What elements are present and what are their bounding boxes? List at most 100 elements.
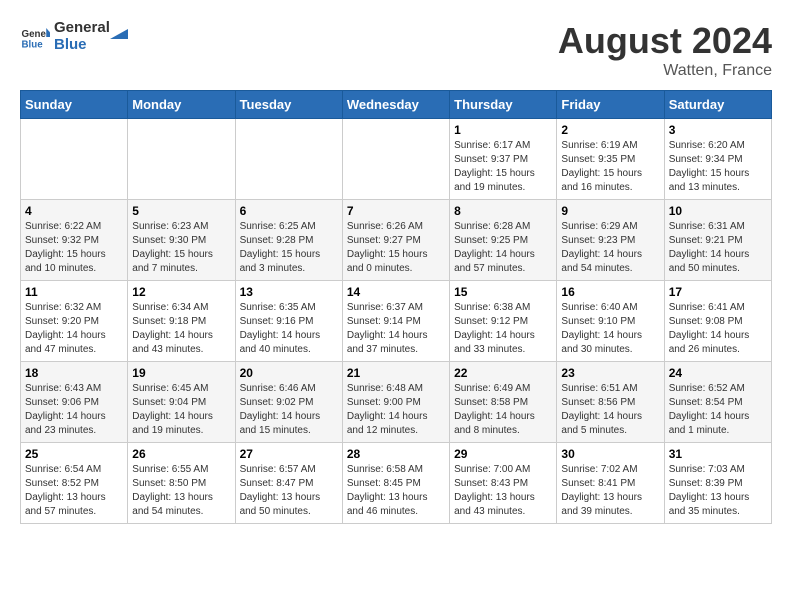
day-info: Sunrise: 6:20 AM Sunset: 9:34 PM Dayligh… bbox=[669, 139, 767, 195]
day-number: 13 bbox=[240, 285, 338, 299]
day-info: Sunrise: 7:00 AM Sunset: 8:43 PM Dayligh… bbox=[454, 463, 552, 519]
calendar-day-cell: 22 Sunrise: 6:49 AM Sunset: 8:58 PM Dayli… bbox=[450, 362, 557, 443]
col-wednesday: Wednesday bbox=[342, 91, 449, 119]
calendar-day-cell: 2Sunrise: 6:19 AM Sunset: 9:35 PM Daylig… bbox=[557, 119, 664, 200]
day-info: Sunrise: 6:57 AM Sunset: 8:47 PM Dayligh… bbox=[240, 463, 338, 519]
day-number: 29 bbox=[454, 447, 552, 461]
day-number: 11 bbox=[25, 285, 123, 299]
day-number: 30 bbox=[561, 447, 659, 461]
day-info: Sunrise: 6:43 AM Sunset: 9:06 PM Dayligh… bbox=[25, 382, 123, 438]
day-number: 2 bbox=[561, 123, 659, 137]
calendar-week-row: 25 Sunrise: 6:54 AM Sunset: 8:52 PM Dayli… bbox=[21, 443, 772, 524]
logo-icon: General Blue bbox=[20, 22, 50, 52]
location-subtitle: Watten, France bbox=[558, 62, 772, 80]
calendar-day-cell: 27 Sunrise: 6:57 AM Sunset: 8:47 PM Dayli… bbox=[235, 443, 342, 524]
calendar-day-cell: 15Sunrise: 6:38 AM Sunset: 9:12 PM Dayli… bbox=[450, 281, 557, 362]
day-info: Sunrise: 6:48 AM Sunset: 9:00 PM Dayligh… bbox=[347, 382, 445, 438]
calendar-day-cell: 6 Sunrise: 6:25 AM Sunset: 9:28 PM Daylig… bbox=[235, 200, 342, 281]
day-number: 17 bbox=[669, 285, 767, 299]
calendar-day-cell bbox=[342, 119, 449, 200]
logo-blue-text: Blue bbox=[54, 37, 110, 54]
calendar-day-cell: 9Sunrise: 6:29 AM Sunset: 9:23 PM Daylig… bbox=[557, 200, 664, 281]
calendar-week-row: 18 Sunrise: 6:43 AM Sunset: 9:06 PM Dayli… bbox=[21, 362, 772, 443]
day-info: Sunrise: 6:46 AM Sunset: 9:02 PM Dayligh… bbox=[240, 382, 338, 438]
month-year-title: August 2024 bbox=[558, 20, 772, 62]
day-info: Sunrise: 6:34 AM Sunset: 9:18 PM Dayligh… bbox=[132, 301, 230, 357]
day-number: 14 bbox=[347, 285, 445, 299]
calendar-day-cell: 5 Sunrise: 6:23 AM Sunset: 9:30 PM Daylig… bbox=[128, 200, 235, 281]
day-number: 24 bbox=[669, 366, 767, 380]
calendar-day-cell: 25 Sunrise: 6:54 AM Sunset: 8:52 PM Dayli… bbox=[21, 443, 128, 524]
col-thursday: Thursday bbox=[450, 91, 557, 119]
calendar-day-cell: 23 Sunrise: 6:51 AM Sunset: 8:56 PM Dayli… bbox=[557, 362, 664, 443]
calendar-day-cell: 10 Sunrise: 6:31 AM Sunset: 9:21 PM Dayli… bbox=[664, 200, 771, 281]
calendar-day-cell: 17 Sunrise: 6:41 AM Sunset: 9:08 PM Dayli… bbox=[664, 281, 771, 362]
calendar-day-cell: 29 Sunrise: 7:00 AM Sunset: 8:43 PM Dayli… bbox=[450, 443, 557, 524]
calendar-day-cell: 20Sunrise: 6:46 AM Sunset: 9:02 PM Dayli… bbox=[235, 362, 342, 443]
day-number: 22 bbox=[454, 366, 552, 380]
day-info: Sunrise: 6:38 AM Sunset: 9:12 PM Dayligh… bbox=[454, 301, 552, 357]
calendar-day-cell: 26 Sunrise: 6:55 AM Sunset: 8:50 PM Dayli… bbox=[128, 443, 235, 524]
day-number: 27 bbox=[240, 447, 338, 461]
day-number: 10 bbox=[669, 204, 767, 218]
col-friday: Friday bbox=[557, 91, 664, 119]
day-info: Sunrise: 6:25 AM Sunset: 9:28 PM Dayligh… bbox=[240, 220, 338, 276]
calendar-day-cell bbox=[21, 119, 128, 200]
day-info: Sunrise: 6:41 AM Sunset: 9:08 PM Dayligh… bbox=[669, 301, 767, 357]
calendar-day-cell bbox=[128, 119, 235, 200]
day-number: 23 bbox=[561, 366, 659, 380]
calendar-day-cell: 12Sunrise: 6:34 AM Sunset: 9:18 PM Dayli… bbox=[128, 281, 235, 362]
calendar-week-row: 1Sunrise: 6:17 AM Sunset: 9:37 PM Daylig… bbox=[21, 119, 772, 200]
day-number: 31 bbox=[669, 447, 767, 461]
day-info: Sunrise: 6:49 AM Sunset: 8:58 PM Dayligh… bbox=[454, 382, 552, 438]
day-info: Sunrise: 6:32 AM Sunset: 9:20 PM Dayligh… bbox=[25, 301, 123, 357]
calendar-day-cell: 30 Sunrise: 7:02 AM Sunset: 8:41 PM Dayli… bbox=[557, 443, 664, 524]
day-info: Sunrise: 6:40 AM Sunset: 9:10 PM Dayligh… bbox=[561, 301, 659, 357]
calendar-day-cell: 21Sunrise: 6:48 AM Sunset: 9:00 PM Dayli… bbox=[342, 362, 449, 443]
day-number: 26 bbox=[132, 447, 230, 461]
day-info: Sunrise: 6:28 AM Sunset: 9:25 PM Dayligh… bbox=[454, 220, 552, 276]
day-number: 6 bbox=[240, 204, 338, 218]
day-info: Sunrise: 6:35 AM Sunset: 9:16 PM Dayligh… bbox=[240, 301, 338, 357]
calendar-day-cell: 28Sunrise: 6:58 AM Sunset: 8:45 PM Dayli… bbox=[342, 443, 449, 524]
calendar-day-cell: 24Sunrise: 6:52 AM Sunset: 8:54 PM Dayli… bbox=[664, 362, 771, 443]
calendar-day-cell: 13 Sunrise: 6:35 AM Sunset: 9:16 PM Dayli… bbox=[235, 281, 342, 362]
day-info: Sunrise: 6:55 AM Sunset: 8:50 PM Dayligh… bbox=[132, 463, 230, 519]
day-info: Sunrise: 6:31 AM Sunset: 9:21 PM Dayligh… bbox=[669, 220, 767, 276]
day-info: Sunrise: 6:23 AM Sunset: 9:30 PM Dayligh… bbox=[132, 220, 230, 276]
calendar-day-cell: 18 Sunrise: 6:43 AM Sunset: 9:06 PM Dayli… bbox=[21, 362, 128, 443]
day-number: 9 bbox=[561, 204, 659, 218]
logo-arrow-icon bbox=[106, 21, 128, 43]
calendar-day-cell: 8Sunrise: 6:28 AM Sunset: 9:25 PM Daylig… bbox=[450, 200, 557, 281]
calendar-day-cell: 3Sunrise: 6:20 AM Sunset: 9:34 PM Daylig… bbox=[664, 119, 771, 200]
logo-general-text: General bbox=[54, 20, 110, 37]
day-info: Sunrise: 6:51 AM Sunset: 8:56 PM Dayligh… bbox=[561, 382, 659, 438]
col-sunday: Sunday bbox=[21, 91, 128, 119]
title-block: August 2024 Watten, France bbox=[558, 20, 772, 80]
svg-text:General: General bbox=[22, 29, 51, 40]
calendar-day-cell: 16Sunrise: 6:40 AM Sunset: 9:10 PM Dayli… bbox=[557, 281, 664, 362]
calendar-day-cell: 7 Sunrise: 6:26 AM Sunset: 9:27 PM Daylig… bbox=[342, 200, 449, 281]
day-number: 4 bbox=[25, 204, 123, 218]
calendar-day-cell: 1Sunrise: 6:17 AM Sunset: 9:37 PM Daylig… bbox=[450, 119, 557, 200]
day-info: Sunrise: 6:54 AM Sunset: 8:52 PM Dayligh… bbox=[25, 463, 123, 519]
day-info: Sunrise: 6:37 AM Sunset: 9:14 PM Dayligh… bbox=[347, 301, 445, 357]
col-tuesday: Tuesday bbox=[235, 91, 342, 119]
calendar-day-cell: 19 Sunrise: 6:45 AM Sunset: 9:04 PM Dayli… bbox=[128, 362, 235, 443]
day-number: 19 bbox=[132, 366, 230, 380]
day-info: Sunrise: 6:45 AM Sunset: 9:04 PM Dayligh… bbox=[132, 382, 230, 438]
page-header: General Blue General Blue August 2024 Wa… bbox=[20, 20, 772, 80]
day-number: 25 bbox=[25, 447, 123, 461]
calendar-day-cell: 14 Sunrise: 6:37 AM Sunset: 9:14 PM Dayli… bbox=[342, 281, 449, 362]
day-info: Sunrise: 7:02 AM Sunset: 8:41 PM Dayligh… bbox=[561, 463, 659, 519]
day-info: Sunrise: 6:26 AM Sunset: 9:27 PM Dayligh… bbox=[347, 220, 445, 276]
calendar-week-row: 4Sunrise: 6:22 AM Sunset: 9:32 PM Daylig… bbox=[21, 200, 772, 281]
calendar-week-row: 11 Sunrise: 6:32 AM Sunset: 9:20 PM Dayli… bbox=[21, 281, 772, 362]
day-number: 7 bbox=[347, 204, 445, 218]
day-info: Sunrise: 6:17 AM Sunset: 9:37 PM Dayligh… bbox=[454, 139, 552, 195]
calendar-day-cell bbox=[235, 119, 342, 200]
calendar-day-cell: 11 Sunrise: 6:32 AM Sunset: 9:20 PM Dayli… bbox=[21, 281, 128, 362]
day-number: 18 bbox=[25, 366, 123, 380]
day-number: 5 bbox=[132, 204, 230, 218]
day-info: Sunrise: 6:58 AM Sunset: 8:45 PM Dayligh… bbox=[347, 463, 445, 519]
